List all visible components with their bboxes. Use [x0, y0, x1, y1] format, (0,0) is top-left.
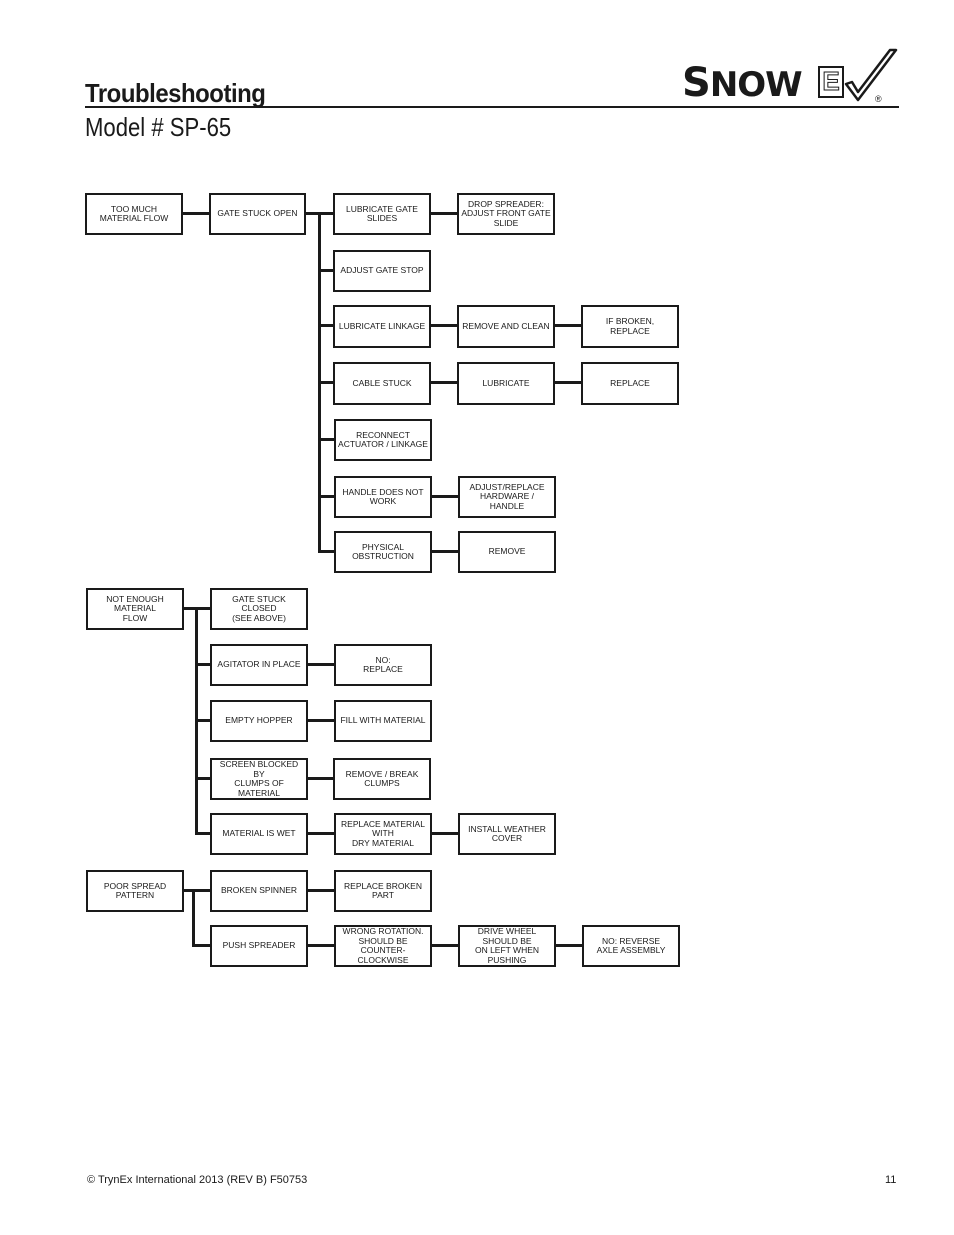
- flow-box-adjust-replace-hardware: ADJUST/REPLACE HARDWARE / HANDLE: [458, 476, 556, 518]
- flow-box-no-replace: NO: REPLACE: [334, 644, 432, 686]
- connector: [431, 832, 459, 835]
- connector: [307, 832, 335, 835]
- flow-box-empty-hopper: EMPTY HOPPER: [210, 700, 308, 742]
- page-title: Troubleshooting: [85, 78, 266, 108]
- flow-box-lubricate-gate-slides: LUBRICATE GATE SLIDES: [333, 193, 431, 235]
- flow-box-not-enough-material: NOT ENOUGH MATERIAL FLOW: [86, 588, 184, 630]
- connector: [307, 663, 335, 666]
- connector: [318, 550, 334, 553]
- connector: [554, 381, 582, 384]
- flow-box-gate-stuck-open: GATE STUCK OPEN: [209, 193, 306, 235]
- flow-box-install-weather-cover: INSTALL WEATHER COVER: [458, 813, 556, 855]
- flow-box-broken-spinner: BROKEN SPINNER: [210, 870, 308, 912]
- connector: [431, 550, 459, 553]
- flow-box-replace-broken-part: REPLACE BROKEN PART: [334, 870, 432, 912]
- flow-box-lubricate-linkage: LUBRICATE LINKAGE: [333, 305, 431, 348]
- connector: [307, 889, 335, 892]
- connector: [195, 777, 211, 780]
- connector: [192, 889, 195, 947]
- connector: [195, 719, 211, 722]
- flow-box-remove-and-clean: REMOVE AND CLEAN: [457, 305, 555, 348]
- flow-box-physical-obstruction: PHYSICAL OBSTRUCTION: [334, 531, 432, 573]
- header-rule: [85, 106, 899, 108]
- flow-box-screen-blocked: SCREEN BLOCKED BY CLUMPS OF MATERIAL: [210, 758, 308, 800]
- flow-box-material-is-wet: MATERIAL IS WET: [210, 813, 308, 855]
- flow-box-lubricate: LUBRICATE: [457, 362, 555, 405]
- flow-box-push-spreader: PUSH SPREADER: [210, 925, 308, 967]
- connector: [307, 944, 335, 947]
- connector: [318, 381, 334, 384]
- connector: [430, 212, 458, 215]
- model-subtitle: Model # SP-65: [85, 112, 232, 142]
- connector: [307, 719, 335, 722]
- snowex-logo: SNOW E ®: [680, 48, 900, 106]
- connector: [430, 324, 458, 327]
- flow-box-reconnect-actuator: RECONNECT ACTUATOR / LINKAGE: [334, 419, 432, 461]
- footer-copyright: © TrynEx International 2013 (REV B) F507…: [87, 1174, 308, 1186]
- connector: [318, 269, 334, 272]
- connector: [183, 889, 211, 892]
- flow-box-handle-does-not-work: HANDLE DOES NOT WORK: [334, 476, 432, 518]
- connector: [307, 777, 335, 780]
- connector: [318, 495, 334, 498]
- flow-box-if-broken-replace: IF BROKEN, REPLACE: [581, 305, 679, 348]
- flow-box-gate-stuck-closed: GATE STUCK CLOSED (SEE ABOVE): [210, 588, 308, 630]
- flow-box-cable-stuck: CABLE STUCK: [333, 362, 431, 405]
- connector: [195, 832, 211, 835]
- page-number: 11: [885, 1174, 897, 1186]
- connector: [182, 212, 210, 215]
- flow-box-drop-spreader: DROP SPREADER: ADJUST FRONT GATE SLIDE: [457, 193, 555, 235]
- connector: [555, 944, 583, 947]
- connector: [431, 495, 459, 498]
- flow-box-drive-wheel: DRIVE WHEEL SHOULD BE ON LEFT WHEN PUSHI…: [458, 925, 556, 967]
- connector: [431, 944, 459, 947]
- flow-box-replace-dry-material: REPLACE MATERIAL WITH DRY MATERIAL: [334, 813, 432, 855]
- connector: [318, 324, 334, 327]
- registered-mark: ®: [875, 94, 882, 104]
- connector: [318, 438, 334, 441]
- flow-box-poor-spread-pattern: POOR SPREAD PATTERN: [86, 870, 184, 912]
- flow-box-wrong-rotation: WRONG ROTATION. SHOULD BE COUNTER-CLOCKW…: [334, 925, 432, 967]
- connector: [192, 944, 211, 947]
- flow-box-agitator-in-place: AGITATOR IN PLACE: [210, 644, 308, 686]
- connector: [430, 381, 458, 384]
- flow-box-replace: REPLACE: [581, 362, 679, 405]
- flow-box-fill-with-material: FILL WITH MATERIAL: [334, 700, 432, 742]
- connector: [554, 324, 582, 327]
- flow-box-remove: REMOVE: [458, 531, 556, 573]
- flow-box-adjust-gate-stop: ADJUST GATE STOP: [333, 250, 431, 292]
- logo-wordmark: SNOW: [682, 60, 803, 106]
- connector: [195, 663, 211, 666]
- checkmark-icon: [844, 48, 898, 102]
- flow-box-remove-break-clumps: REMOVE / BREAK CLUMPS: [333, 758, 431, 800]
- flow-box-reverse-axle: NO: REVERSE AXLE ASSEMBLY: [582, 925, 680, 967]
- flow-box-too-much-material: TOO MUCH MATERIAL FLOW: [85, 193, 183, 235]
